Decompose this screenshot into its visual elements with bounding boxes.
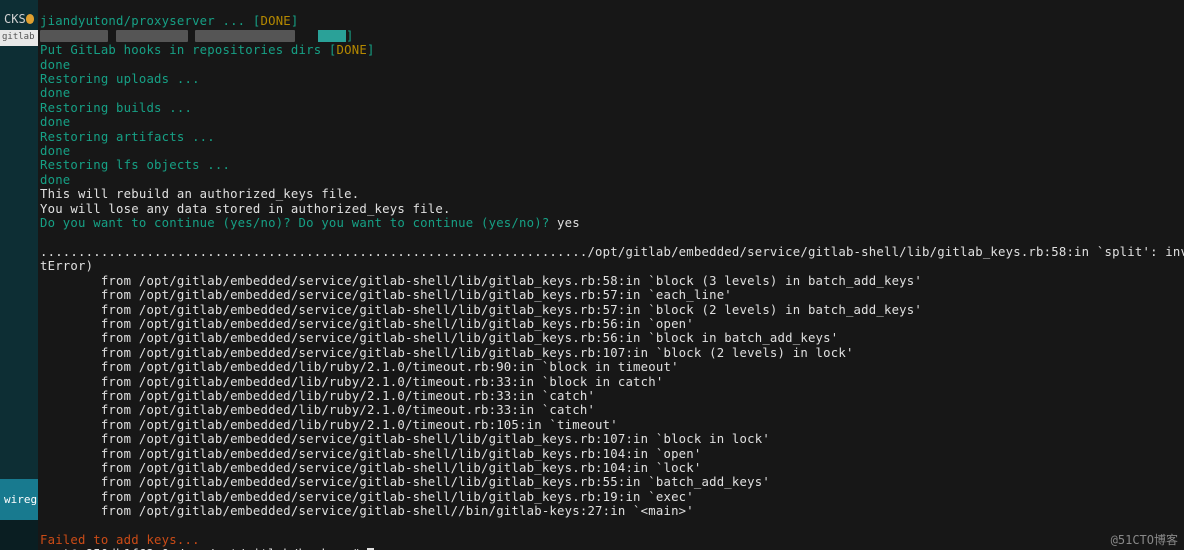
prompt-confirm: Do you want to continue (yes/no)? Do you…	[40, 216, 557, 230]
tab-label: CKS	[4, 12, 26, 26]
line-done: done	[40, 173, 70, 187]
bracket: ]	[291, 14, 299, 28]
activity-sidebar: CKS gitlab wireg	[0, 0, 38, 550]
error-message: Failed to add keys...	[40, 533, 200, 547]
traceback-line: from /opt/gitlab/embedded/service/gitlab…	[40, 504, 694, 518]
line-restore: Restoring lfs objects ...	[40, 158, 230, 172]
traceback-line: from /opt/gitlab/embedded/service/gitlab…	[40, 447, 702, 461]
redacted-text	[116, 30, 188, 42]
redacted-text	[195, 30, 295, 42]
traceback-line: from /opt/gitlab/embedded/service/gitlab…	[40, 346, 854, 360]
line: Put GitLab hooks in repositories dirs [	[40, 43, 337, 57]
sidebar-tab-wireg[interactable]: wireg	[0, 479, 38, 520]
line-restore: Restoring builds ...	[40, 101, 192, 115]
tab-label: wireg	[4, 493, 37, 506]
sidebar-top-spacer	[0, 0, 38, 8]
sidebar-tab-gitlab[interactable]: gitlab	[0, 30, 38, 46]
status-green-box	[318, 30, 346, 42]
line-warning: This will rebuild an authorized_keys fil…	[40, 187, 359, 201]
traceback-line: from /opt/gitlab/embedded/lib/ruby/2.1.0…	[40, 389, 595, 403]
traceback-line: from /opt/gitlab/embedded/service/gitlab…	[40, 461, 702, 475]
sidebar-bottom-block	[0, 520, 38, 550]
line-restore: Restoring artifacts ...	[40, 130, 215, 144]
line-done: done	[40, 115, 70, 129]
traceback-line: from /opt/gitlab/embedded/service/gitlab…	[40, 288, 732, 302]
traceback-line: from /opt/gitlab/embedded/lib/ruby/2.1.0…	[40, 360, 679, 374]
bracket: ]	[367, 43, 375, 57]
sidebar-spacer	[0, 46, 38, 479]
line-done: done	[40, 86, 70, 100]
traceback-line: from /opt/gitlab/embedded/service/gitlab…	[40, 475, 770, 489]
error-line: ........................................…	[40, 245, 1184, 259]
traceback-line: from /opt/gitlab/embedded/service/gitlab…	[40, 490, 694, 504]
line-warning: You will lose any data stored in authori…	[40, 202, 451, 216]
line-done: done	[40, 144, 70, 158]
user-input: yes	[557, 216, 580, 230]
bracket: ]	[346, 29, 354, 43]
terminal-output[interactable]: jiandyutond/proxyserver ... [DONE] ] Put…	[38, 0, 1184, 550]
traceback-line: from /opt/gitlab/embedded/service/gitlab…	[40, 432, 770, 446]
traceback-line: from /opt/gitlab/embedded/lib/ruby/2.1.0…	[40, 375, 663, 389]
traceback-line: from /opt/gitlab/embedded/lib/ruby/2.1.0…	[40, 418, 618, 432]
traceback-line: from /opt/gitlab/embedded/lib/ruby/2.1.0…	[40, 403, 595, 417]
traceback-line: from /opt/gitlab/embedded/service/gitlab…	[40, 317, 694, 331]
line: jiandyutond/proxyserver ... [	[40, 14, 261, 28]
sidebar-tab-cks[interactable]: CKS	[0, 8, 38, 30]
status-done: DONE	[337, 43, 367, 57]
line-done: done	[40, 58, 70, 72]
traceback-line: from /opt/gitlab/embedded/service/gitlab…	[40, 303, 922, 317]
error-line: tError)	[40, 259, 93, 273]
redacted-text	[40, 30, 108, 42]
traceback-line: from /opt/gitlab/embedded/service/gitlab…	[40, 331, 838, 345]
status-done: DONE	[261, 14, 291, 28]
notification-dot-icon	[26, 14, 34, 24]
traceback-line: from /opt/gitlab/embedded/service/gitlab…	[40, 274, 922, 288]
tab-label: gitlab	[2, 32, 35, 42]
watermark: @51CTO博客	[1111, 531, 1178, 548]
line-restore: Restoring uploads ...	[40, 72, 200, 86]
